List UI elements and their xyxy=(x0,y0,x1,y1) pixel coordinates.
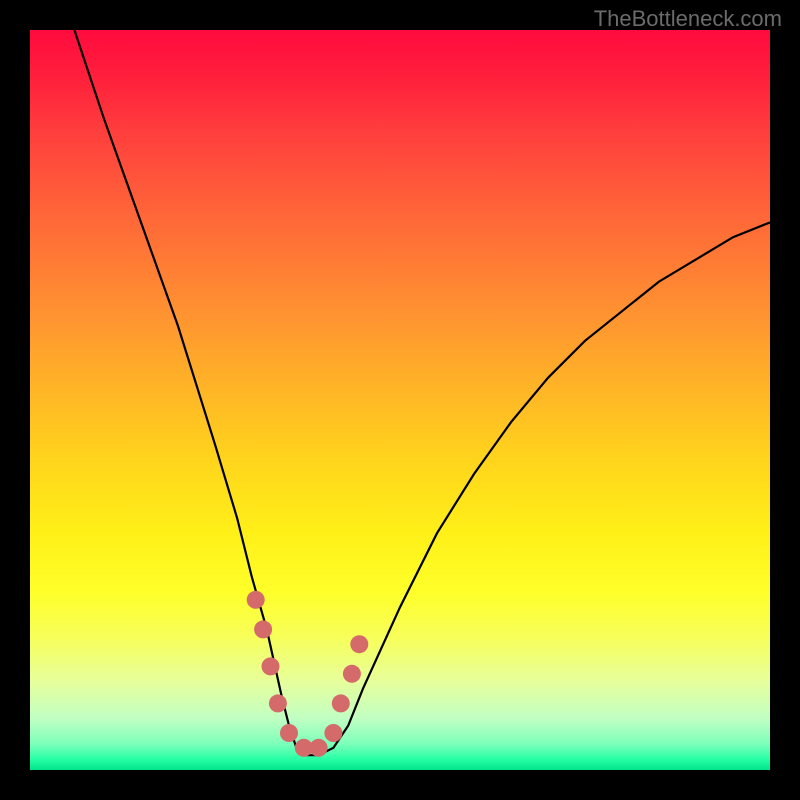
marker-dot xyxy=(262,657,280,675)
marker-dot xyxy=(310,739,328,757)
marker-dot xyxy=(254,620,272,638)
marker-dot xyxy=(350,635,368,653)
marker-dot xyxy=(343,665,361,683)
marker-dot xyxy=(280,724,298,742)
bottleneck-curve-path xyxy=(74,30,770,755)
plot-area xyxy=(30,30,770,770)
curve-line xyxy=(74,30,770,755)
marker-dot xyxy=(269,694,287,712)
curve-markers xyxy=(247,591,369,757)
marker-dot xyxy=(324,724,342,742)
chart-svg xyxy=(30,30,770,770)
marker-dot xyxy=(332,694,350,712)
watermark-text: TheBottleneck.com xyxy=(594,6,782,32)
marker-dot xyxy=(247,591,265,609)
